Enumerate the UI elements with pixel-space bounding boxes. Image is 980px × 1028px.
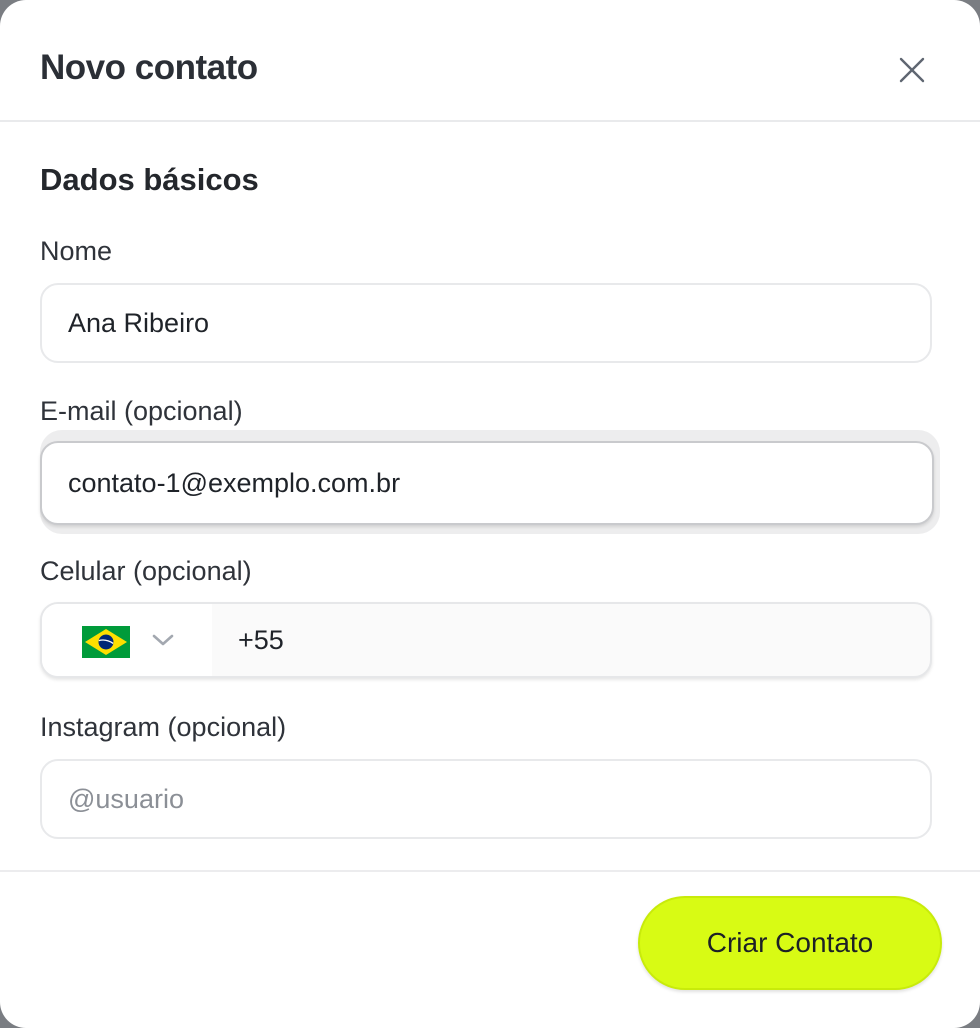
email-label: E-mail (opcional) (40, 396, 243, 426)
instagram-input[interactable] (40, 759, 932, 839)
section-title-basic-data: Dados básicos (40, 162, 259, 197)
footer-divider (0, 870, 980, 872)
instagram-label: Instagram (opcional) (40, 712, 287, 742)
close-button[interactable] (892, 50, 932, 90)
close-icon (899, 57, 925, 83)
dialog-title: Novo contato (40, 48, 258, 87)
create-contact-button[interactable]: Criar Contato (638, 896, 942, 990)
phone-input[interactable] (212, 604, 930, 676)
name-label: Nome (40, 236, 113, 266)
chevron-down-icon (152, 634, 174, 646)
brazil-flag-icon (82, 626, 130, 658)
phone-field (40, 602, 932, 678)
email-input[interactable] (40, 441, 934, 525)
new-contact-dialog: Novo contato Dados básicos Nome E-mail (… (0, 0, 980, 1028)
phone-label: Celular (opcional) (40, 556, 252, 586)
country-code-select[interactable] (42, 604, 212, 676)
dialog-header: Novo contato (0, 0, 980, 122)
name-input[interactable] (40, 283, 932, 363)
